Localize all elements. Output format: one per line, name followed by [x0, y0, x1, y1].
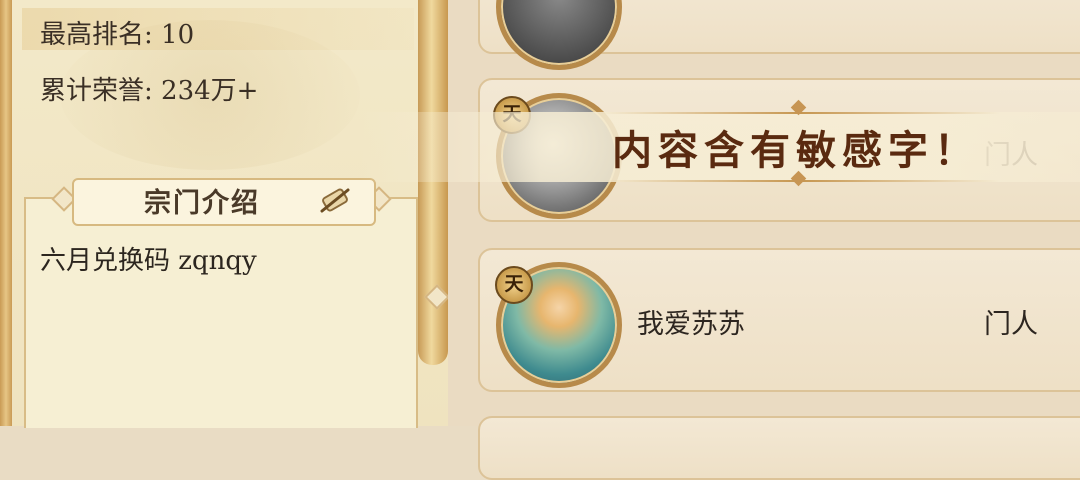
- member-name: 我爱苏苏: [637, 309, 745, 340]
- intro-title: 宗门介绍: [144, 188, 260, 219]
- tian-rank-badge: 天: [495, 266, 533, 304]
- toast-message: 内容含有敏感字！: [612, 127, 980, 174]
- left-border-rail: [0, 0, 12, 426]
- scroll-brush-icon[interactable]: [318, 184, 352, 214]
- total-honor-text: 累计荣誉: 234万+: [40, 76, 259, 106]
- guild-intro-box: [24, 197, 418, 428]
- highest-rank-text: 最高排名: 10: [40, 20, 195, 50]
- guild-intro-text: 六月兑换码 zqnqy: [40, 246, 257, 276]
- guild-intro-header: 宗门介绍: [72, 178, 376, 226]
- member-role: 门人: [984, 309, 1038, 340]
- panel-divider-rail: [418, 0, 448, 365]
